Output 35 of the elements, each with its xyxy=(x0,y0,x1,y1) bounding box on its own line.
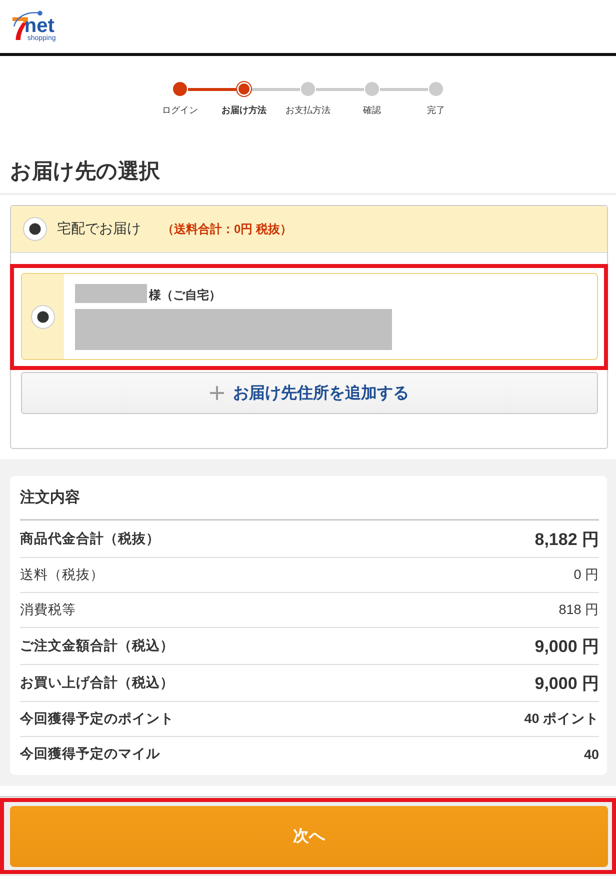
address-option[interactable]: 様（ご自宅） xyxy=(21,273,598,360)
summary-value: 0 円 xyxy=(574,566,599,584)
section-heading: 注文内容 xyxy=(20,487,599,520)
step-connector xyxy=(252,88,300,90)
add-address-button[interactable]: お届け先住所を追加する xyxy=(21,372,598,414)
summary-label: 送料（税抜） xyxy=(20,566,104,584)
delivery-method-option[interactable]: 宅配でお届け （送料合計：0円 税抜） xyxy=(11,206,607,253)
step-label: 完了 xyxy=(427,104,445,116)
step-connector xyxy=(316,88,364,90)
step-label: お届け方法 xyxy=(222,104,266,116)
summary-value: 9,000 円 xyxy=(534,672,599,694)
radio-button[interactable] xyxy=(31,304,55,328)
summary-value: 40 ポイント xyxy=(524,710,599,728)
summary-label: 今回獲得予定のポイント xyxy=(20,710,174,728)
summary-value: 40 xyxy=(584,746,599,762)
step-label: 確認 xyxy=(363,104,381,116)
summary-label: 今回獲得予定のマイル xyxy=(20,745,160,763)
redacted-name-block xyxy=(75,284,147,303)
summary-label: 商品代金合計（税抜） xyxy=(20,530,160,548)
step-connector xyxy=(188,88,236,90)
summary-label: 消費税等 xyxy=(20,601,76,619)
step-connector xyxy=(380,88,428,90)
step-label: お支払方法 xyxy=(286,104,330,116)
summary-value: 8,182 円 xyxy=(534,528,599,550)
step-label: ログイン xyxy=(162,104,198,116)
shipping-fee-note: （送料合計：0円 税抜） xyxy=(162,220,292,238)
plus-icon xyxy=(210,386,224,400)
summary-label: お買い上げ合計（税込） xyxy=(20,674,174,692)
summary-value: 9,000 円 xyxy=(534,636,599,658)
radio-button[interactable] xyxy=(23,217,47,241)
recipient-honorific: 様（ご自宅） xyxy=(149,287,221,304)
page-title: お届け先の選択 xyxy=(0,158,616,195)
summary-label: ご注文金額合計（税込） xyxy=(20,637,174,655)
delivery-method-label: 宅配でお届け xyxy=(57,220,141,238)
summary-value: 818 円 xyxy=(558,601,599,619)
